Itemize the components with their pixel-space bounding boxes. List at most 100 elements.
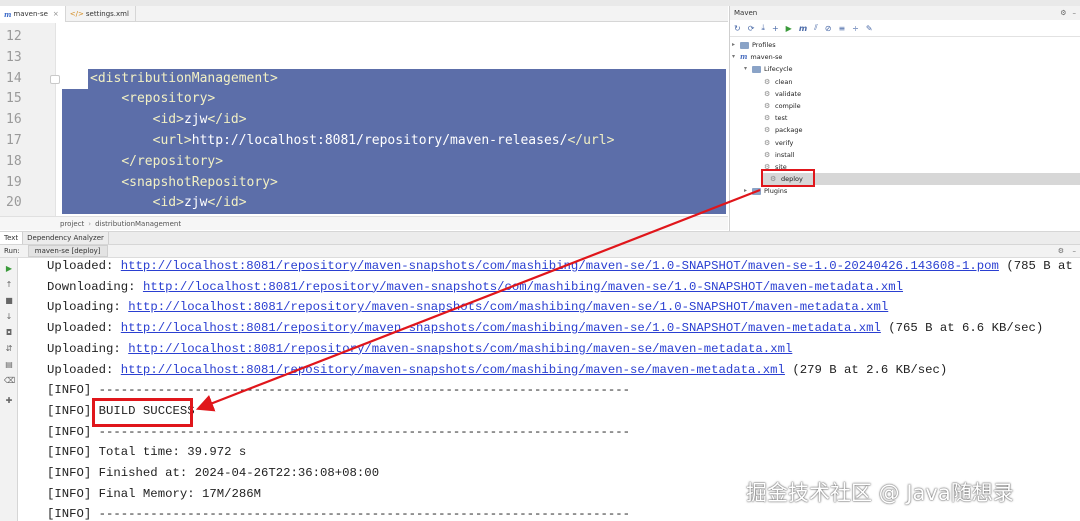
wrench-icon[interactable]: ✎ — [866, 24, 873, 33]
code-line: 16 <id>zjw</id> — [0, 110, 728, 131]
pin-icon[interactable]: ✚ — [4, 396, 14, 406]
maven-tree-item-validate[interactable]: ⚙ validate — [756, 88, 801, 100]
line-number: 19 — [6, 174, 22, 190]
line-number: 16 — [6, 112, 22, 128]
fold-marker-icon[interactable] — [50, 74, 60, 84]
add-icon[interactable]: + — [772, 24, 779, 33]
tab-dependency-analyzer[interactable]: Dependency Analyzer — [23, 232, 109, 244]
build-success-highlight-box — [92, 398, 193, 427]
maven-tree-item-install[interactable]: ⚙ install — [756, 149, 794, 161]
toggle-offline-icon[interactable]: ⫽ — [814, 23, 818, 33]
tree-item-label: verify — [775, 138, 794, 147]
gear-icon: ⚙ — [764, 89, 771, 98]
maven-tree-item-compile[interactable]: ⚙ compile — [756, 100, 801, 112]
tree-item-label: Profiles — [752, 41, 776, 49]
gear-icon[interactable]: ⚙ — [1060, 9, 1066, 17]
execute-goal-icon[interactable]: m — [799, 24, 807, 33]
chevron-right-icon[interactable]: ▸ — [732, 39, 740, 51]
tab-maven-se[interactable]: m maven-se × — [0, 6, 66, 22]
console-text: (279 B at 2.6 KB/sec) — [784, 362, 948, 377]
code-line: 20 <id>zjw</id> — [0, 193, 728, 215]
soft-wrap-icon[interactable]: ⇵ — [4, 344, 14, 354]
run-icon[interactable]: ▶ — [786, 24, 792, 33]
tab-text[interactable]: Text — [0, 232, 24, 244]
editor-tab-bar: m maven-se × </> settings.xml — [0, 6, 728, 22]
show-dependencies-icon[interactable]: ≡ — [838, 24, 845, 33]
minimize-icon[interactable]: – — [1073, 9, 1077, 17]
console-text: Uploaded: — [47, 259, 121, 273]
console-text: [INFO] ---------------------------------… — [47, 507, 630, 521]
maven-toolbar: ↻ ⟳ ⤓ + ▶ m ⫽ ⊘ ≡ ÷ ✎ — [730, 20, 1080, 37]
folder-icon — [740, 41, 749, 49]
console-line: Uploading: http://localhost:8081/reposit… — [47, 339, 792, 360]
console-link[interactable]: http://localhost:8081/repository/maven-s… — [121, 321, 881, 335]
gear-icon: ⚙ — [764, 150, 771, 159]
reload-icon[interactable]: ↻ — [734, 24, 741, 33]
maven-tree-item-verify[interactable]: ⚙ verify — [756, 137, 793, 149]
gear-icon[interactable]: ⚙ — [1058, 247, 1064, 255]
tree-item-label: package — [775, 126, 803, 135]
console-link[interactable]: http://localhost:8081/repository/maven-s… — [121, 259, 999, 273]
code-text: <distributionManagement> — [90, 70, 278, 86]
code-editor[interactable]: 12 13 14 <distributionManagement> 15 <reposi… — [0, 23, 728, 216]
skip-tests-icon[interactable]: ⊘ — [825, 24, 832, 33]
run-tool-window-header: Run: maven-se [deploy] ⚙ – — [0, 245, 1080, 258]
console-text: Uploaded: — [47, 321, 121, 336]
maven-panel-header: Maven ⚙ – — [730, 6, 1080, 20]
breadcrumb-item[interactable]: distributionManagement — [95, 220, 181, 228]
run-label: Run: — [4, 247, 20, 255]
maven-tree-item-maven-se[interactable]: ▾ m maven-se — [732, 51, 782, 63]
print-icon[interactable]: ▤ — [4, 360, 14, 370]
console-text: [INFO] Final Memory: 17M/286M — [47, 486, 262, 501]
maven-tree-item-clean[interactable]: ⚙ clean — [756, 76, 792, 88]
gear-icon: ⚙ — [764, 138, 771, 147]
line-number: 12 — [6, 29, 22, 44]
maven-tree-item-test[interactable]: ⚙ test — [756, 112, 787, 124]
maven-tree-item-package[interactable]: ⚙ package — [756, 124, 802, 136]
chevron-right-icon[interactable]: ▸ — [744, 185, 752, 197]
chevron-down-icon[interactable]: ▾ — [744, 63, 752, 75]
console-line: Uploaded: http://localhost:8081/reposito… — [47, 360, 947, 381]
console-link[interactable]: http://localhost:8081/repository/maven-s… — [121, 363, 785, 377]
deploy-highlight-box — [761, 169, 815, 187]
console-link[interactable]: http://localhost:8081/repository/maven-s… — [128, 300, 888, 314]
line-number: 15 — [6, 91, 22, 107]
up-arrow-icon[interactable]: ↑ — [4, 280, 14, 290]
close-icon[interactable]: × — [53, 10, 59, 18]
tree-item-label: install — [775, 150, 795, 159]
generate-sources-icon[interactable]: ⟳ — [748, 24, 755, 33]
console-text: Uploaded: — [47, 362, 121, 377]
editor-bottom-tabs: Text Dependency Analyzer — [0, 231, 1080, 245]
console-link[interactable]: http://localhost:8081/repository/maven-s… — [128, 342, 792, 356]
rerun-icon[interactable]: ▶ — [4, 264, 14, 274]
xml-file-icon: </> — [69, 10, 84, 18]
chevron-down-icon[interactable]: ▾ — [732, 51, 740, 63]
console-line: [INFO] Final Memory: 17M/286M — [47, 484, 261, 505]
gear-icon: ⚙ — [764, 102, 771, 110]
stop-icon[interactable]: ■ — [4, 296, 14, 306]
maven-tree-item-lifecycle[interactable]: ▾ Lifecycle — [744, 63, 793, 75]
console-link[interactable]: http://localhost:8081/repository/maven-s… — [143, 280, 903, 294]
code-line: 17 <url>http://localhost:8081/repository… — [0, 131, 728, 152]
breadcrumb-item[interactable]: project — [60, 220, 84, 228]
tab-label: settings.xml — [85, 10, 129, 18]
down-arrow-icon[interactable]: ↓ — [4, 312, 14, 322]
code-text: <id>zjw</id> — [152, 112, 247, 128]
code-text: <snapshotRepository> — [121, 174, 278, 190]
collapse-all-icon[interactable]: ÷ — [852, 24, 859, 33]
trash-icon[interactable]: ⌫ — [4, 376, 15, 386]
maven-tree-item-plugins[interactable]: ▸ Plugins — [744, 185, 787, 197]
code-text: <repository> — [121, 91, 216, 107]
console-text: [INFO] Total time: 39.972 s — [47, 445, 247, 460]
tab-settings-xml[interactable]: </> settings.xml — [66, 6, 136, 22]
maven-tree-item-profiles[interactable]: ▸ Profiles — [732, 39, 776, 51]
console-line: Uploaded: http://localhost:8081/reposito… — [47, 318, 1043, 339]
minimize-icon[interactable]: – — [1073, 247, 1077, 255]
run-tab-maven-se-deploy[interactable]: maven-se [deploy] — [27, 245, 108, 257]
code-line: 19 <snapshotRepository> — [0, 172, 728, 194]
camera-icon[interactable]: ◘ — [4, 328, 14, 338]
gear-icon: ⚙ — [764, 114, 771, 123]
download-icon[interactable]: ⤓ — [761, 23, 765, 33]
maven-icon: m — [740, 52, 748, 62]
console-line: [INFO] Total time: 39.972 s — [47, 442, 246, 463]
